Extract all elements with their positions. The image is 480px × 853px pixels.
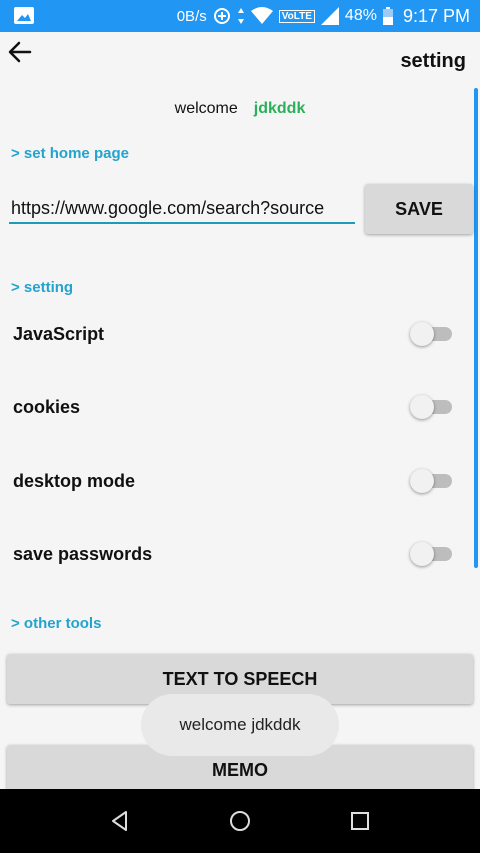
javascript-toggle[interactable] <box>410 322 454 346</box>
section-setting: > setting <box>11 279 74 296</box>
page-title: setting <box>400 50 466 72</box>
welcome-line: welcome jdkddk <box>0 100 480 118</box>
username: jdkddk <box>253 100 306 117</box>
home-page-row: SAVE <box>0 184 480 236</box>
desktop-mode-toggle[interactable] <box>410 469 454 493</box>
save-button[interactable]: SAVE <box>365 184 473 234</box>
setting-row-desktop-mode: desktop mode <box>0 459 470 503</box>
toast-message: welcome jdkddk <box>141 694 339 756</box>
back-arrow-icon[interactable] <box>6 38 34 66</box>
section-other-tools: > other tools <box>11 615 102 632</box>
section-home-page: > set home page <box>11 145 129 162</box>
battery-percent: 48% <box>344 7 377 24</box>
wifi-icon <box>250 7 273 24</box>
data-arrows-icon <box>237 8 244 24</box>
welcome-text: welcome <box>174 100 238 117</box>
clock: 9:17 PM <box>402 5 470 26</box>
status-bar: 0B/s VoLTE 48% 9:17 PM <box>0 0 480 32</box>
net-speed: 0B/s <box>176 7 207 25</box>
setting-label: save passwords <box>13 544 153 564</box>
volte-badge: VoLTE <box>278 9 315 23</box>
setting-row-cookies: cookies <box>0 385 470 429</box>
setting-row-save-passwords: save passwords <box>0 532 470 576</box>
battery-icon <box>382 7 393 25</box>
signal-icon <box>320 7 339 25</box>
system-nav-bar <box>0 789 480 853</box>
save-passwords-toggle[interactable] <box>410 542 454 566</box>
nav-recents-icon[interactable] <box>348 809 372 833</box>
setting-label: cookies <box>13 397 81 417</box>
home-page-url-input[interactable] <box>9 194 355 224</box>
cookies-toggle[interactable] <box>410 395 454 419</box>
nav-back-icon[interactable] <box>108 809 132 833</box>
image-notification-icon <box>14 7 34 24</box>
nav-home-icon[interactable] <box>228 809 252 833</box>
setting-label: desktop mode <box>13 471 136 491</box>
setting-label: JavaScript <box>13 324 105 344</box>
data-saver-icon <box>213 8 230 24</box>
scrollbar[interactable] <box>474 88 478 568</box>
setting-row-javascript: JavaScript <box>0 312 470 356</box>
app-header: setting <box>0 32 480 92</box>
